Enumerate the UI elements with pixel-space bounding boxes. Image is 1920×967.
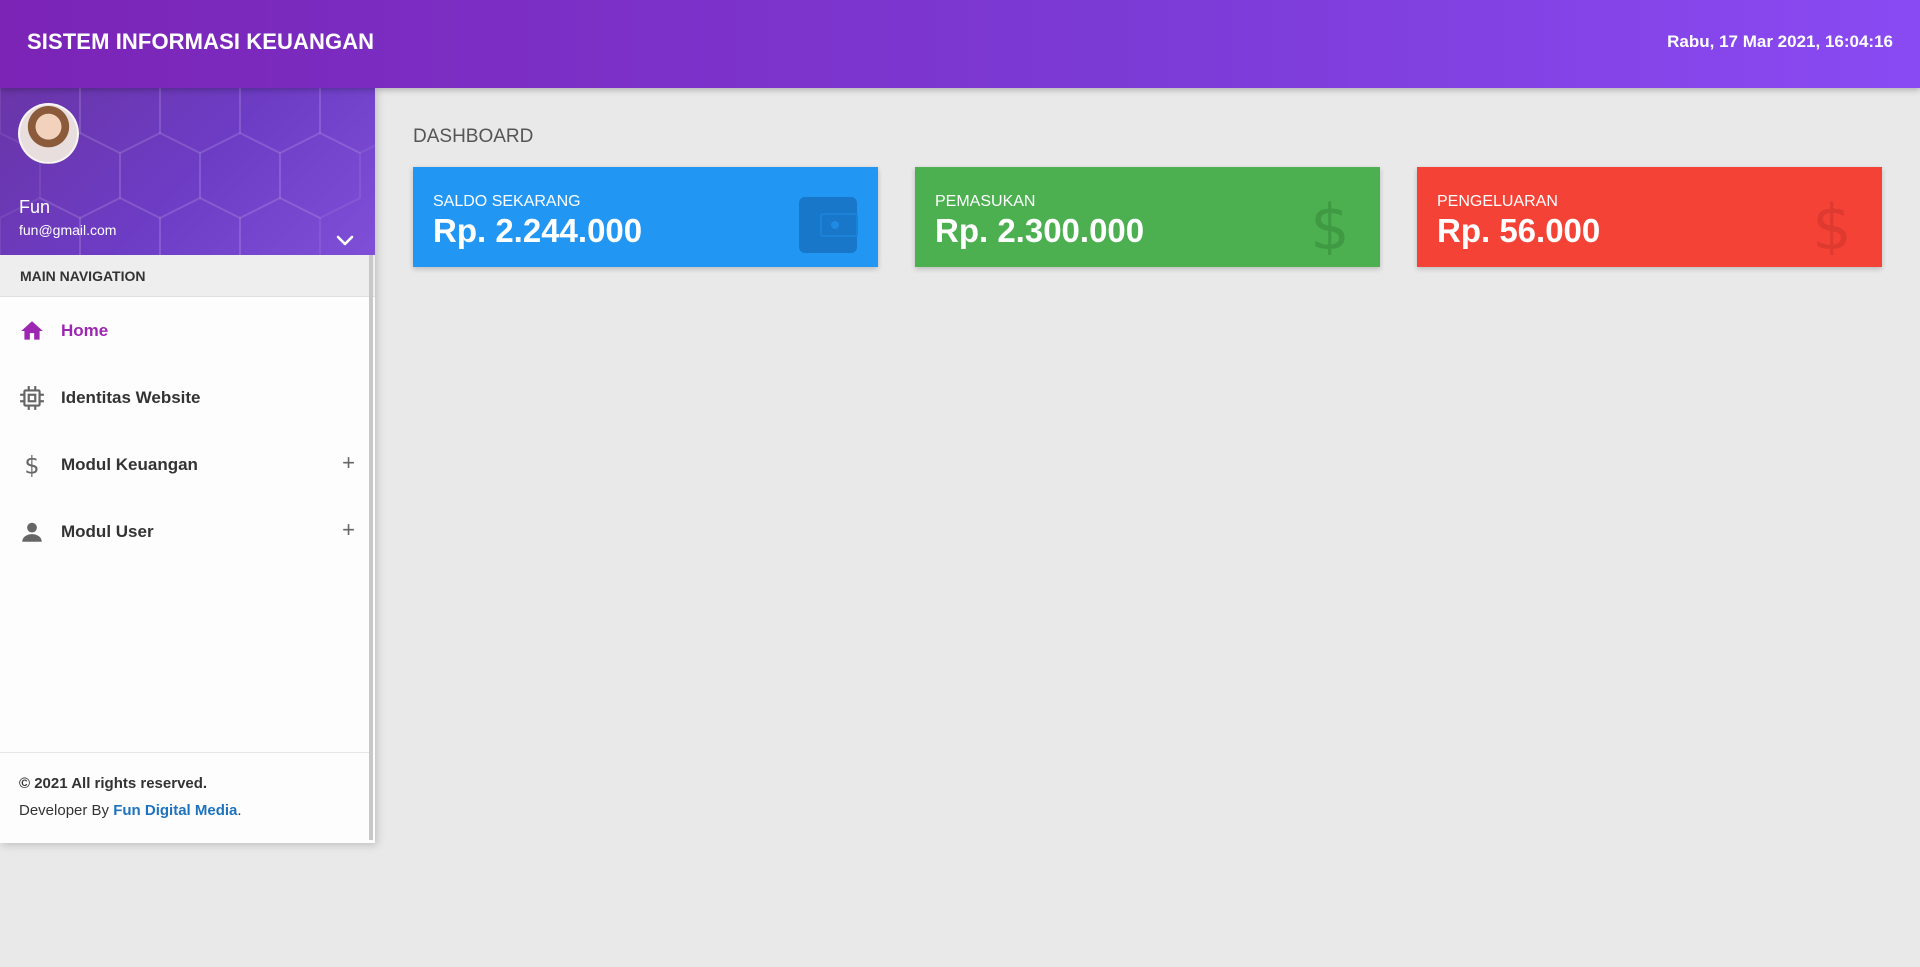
chevron-down-icon[interactable] bbox=[333, 228, 357, 252]
dollar-icon: $ bbox=[1812, 195, 1851, 255]
sidebar-item-modul-keuangan[interactable]: $ Modul Keuangan + bbox=[0, 431, 375, 498]
svg-text:$: $ bbox=[24, 452, 39, 478]
nav-section-header: MAIN NAVIGATION bbox=[0, 255, 375, 297]
sidebar-item-home[interactable]: Home bbox=[0, 297, 375, 364]
developer-credit: Developer By Fun Digital Media. bbox=[19, 802, 369, 819]
user-email: fun@gmail.com bbox=[19, 222, 117, 238]
avatar[interactable] bbox=[18, 103, 79, 164]
card-title: PENGELUARAN bbox=[1437, 193, 1558, 210]
datetime-display: Rabu, 17 Mar 2021, 16:04:16 bbox=[1667, 32, 1893, 51]
card-saldo-sekarang[interactable]: SALDO SEKARANG Rp. 2.244.000 bbox=[413, 167, 878, 267]
card-value: Rp. 56.000 bbox=[1437, 212, 1601, 249]
card-pengeluaran[interactable]: PENGELUARAN Rp. 56.000 $ bbox=[1417, 167, 1882, 267]
expand-plus-icon[interactable]: + bbox=[342, 450, 355, 476]
developer-suffix: . bbox=[237, 802, 242, 819]
chip-icon bbox=[20, 386, 44, 410]
sidebar-item-label: Identitas Website bbox=[61, 388, 201, 407]
card-pemasukan[interactable]: PEMASUKAN Rp. 2.300.000 $ bbox=[915, 167, 1380, 267]
card-title: PEMASUKAN bbox=[935, 193, 1036, 210]
sidebar-item-label: Modul User bbox=[61, 522, 154, 541]
nav-menu: Home Identitas Website $ Modul Keuangan … bbox=[0, 297, 375, 565]
person-icon bbox=[22, 522, 42, 542]
top-bar: SISTEM INFORMASI KEUANGAN Rabu, 17 Mar 2… bbox=[0, 0, 1920, 88]
svg-text:$: $ bbox=[1812, 195, 1851, 255]
expand-plus-icon[interactable]: + bbox=[342, 517, 355, 543]
sidebar-item-identitas-website[interactable]: Identitas Website bbox=[0, 364, 375, 431]
card-value: Rp. 2.244.000 bbox=[433, 212, 643, 249]
user-info-panel: Fun fun@gmail.com bbox=[0, 88, 375, 255]
sidebar-scrollbar[interactable] bbox=[369, 255, 373, 840]
user-name: Fun bbox=[19, 197, 51, 217]
dollar-icon: $ bbox=[24, 452, 39, 478]
developer-prefix: Developer By bbox=[19, 802, 114, 819]
card-title: SALDO SEKARANG bbox=[433, 193, 581, 210]
sidebar-item-label: Home bbox=[61, 321, 109, 340]
app-title[interactable]: SISTEM INFORMASI KEUANGAN bbox=[27, 29, 374, 55]
home-icon bbox=[21, 321, 43, 340]
svg-text:$: $ bbox=[1310, 195, 1349, 255]
page-title: DASHBOARD bbox=[413, 126, 534, 147]
wallet-icon bbox=[799, 197, 858, 253]
sidebar: Fun fun@gmail.com MAIN NAVIGATION Home I… bbox=[0, 88, 375, 843]
copyright-text: © 2021 All rights reserved. bbox=[19, 775, 208, 792]
sidebar-item-modul-user[interactable]: Modul User + bbox=[0, 498, 375, 565]
card-value: Rp. 2.300.000 bbox=[935, 212, 1145, 249]
sidebar-item-label: Modul Keuangan bbox=[61, 455, 198, 474]
sidebar-footer: © 2021 All rights reserved. Developer By… bbox=[0, 752, 369, 843]
dollar-icon: $ bbox=[1310, 195, 1349, 255]
developer-link[interactable]: Fun Digital Media bbox=[113, 802, 237, 819]
